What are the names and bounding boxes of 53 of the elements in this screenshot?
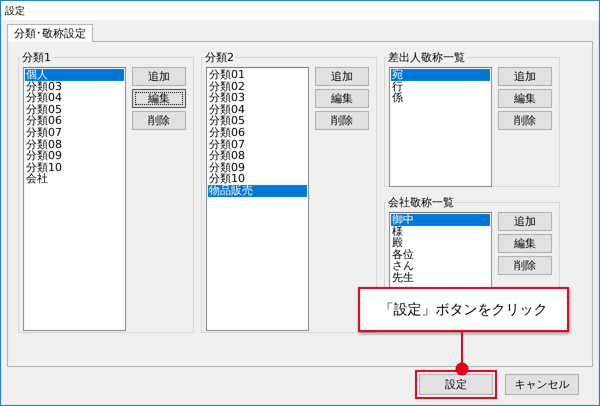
list-box[interactable]: 個人 分類03 分類04 分類05 分類06 分類07 分類08 分類09 分類10 会社 <box>23 67 126 331</box>
list-action-button[interactable]: 追加 <box>132 67 186 86</box>
list-item[interactable]: 分類10 <box>208 173 307 185</box>
list-item[interactable]: 分類04 <box>208 104 307 116</box>
group-title: 分類1 <box>21 50 52 65</box>
list-item[interactable]: 会社 <box>25 173 124 185</box>
list-item[interactable]: 分類05 <box>25 104 124 116</box>
list-action-button[interactable]: 編集 <box>498 89 552 108</box>
list-item[interactable]: 分類07 <box>25 126 124 139</box>
tab[interactable]: 分類･敬称設定 <box>7 24 93 42</box>
list-item[interactable]: 分類04 <box>25 92 124 104</box>
list-item[interactable]: 様 <box>391 226 490 238</box>
list-item[interactable]: 係 <box>391 92 490 104</box>
group-title: 会社敬称一覧 <box>387 195 455 210</box>
list-item[interactable]: 分類09 <box>25 150 124 162</box>
list-item[interactable]: 分類10 <box>25 162 124 174</box>
list-item[interactable]: 行 <box>391 80 490 92</box>
list-item[interactable]: 分類08 <box>208 150 307 162</box>
list-action-button[interactable]: 削除 <box>132 111 186 130</box>
dialog-button[interactable]: キャンセル <box>505 374 579 395</box>
list-item[interactable]: 分類03 <box>208 92 307 104</box>
list-item[interactable]: 分類08 <box>25 138 124 150</box>
list-item[interactable]: 宛 <box>391 69 490 81</box>
list-action-button[interactable]: 削除 <box>498 111 552 130</box>
list-item[interactable]: 個人 <box>25 69 124 81</box>
list-item[interactable]: 各位 <box>391 248 490 260</box>
list-box[interactable]: 分類01 分類02 分類03 分類04 分類05 分類06 分類07 分類08 分類09 分類10 物品販売 <box>206 67 309 331</box>
list-action-button[interactable]: 編集 <box>315 89 369 108</box>
list-action-button[interactable]: 編集 <box>498 234 552 253</box>
list-action-button[interactable]: 削除 <box>315 111 369 130</box>
group-title: 差出人敬称一覧 <box>387 50 466 65</box>
window-title: 設定 <box>5 4 25 18</box>
list-item[interactable]: 分類06 <box>208 126 307 139</box>
list-box[interactable]: 宛 行 係 <box>389 67 492 187</box>
list-action-button[interactable]: 編集 <box>132 89 186 108</box>
list-item[interactable]: 分類07 <box>208 138 307 150</box>
list-item[interactable]: 分類05 <box>208 115 307 127</box>
list-item[interactable]: 分類06 <box>25 115 124 127</box>
dialog-button[interactable]: 設定 <box>419 374 493 395</box>
list-item[interactable]: 分類03 <box>25 80 124 92</box>
list-action-button[interactable]: 削除 <box>498 256 552 275</box>
list-action-button[interactable]: 追加 <box>498 212 552 231</box>
list-item[interactable]: 殿 <box>391 237 490 249</box>
list-item[interactable]: 分類09 <box>208 162 307 174</box>
list-item[interactable]: 物品販売 <box>208 184 307 197</box>
list-action-button[interactable]: 追加 <box>315 67 369 86</box>
group-title: 分類2 <box>204 50 235 65</box>
list-item[interactable]: 分類01 <box>208 69 307 81</box>
list-item[interactable]: 先生 <box>391 272 490 284</box>
list-item[interactable]: 御中 <box>391 214 490 226</box>
list-action-button[interactable]: 追加 <box>498 67 552 86</box>
list-item[interactable]: 分類02 <box>208 80 307 92</box>
list-item[interactable]: さん <box>391 260 490 272</box>
